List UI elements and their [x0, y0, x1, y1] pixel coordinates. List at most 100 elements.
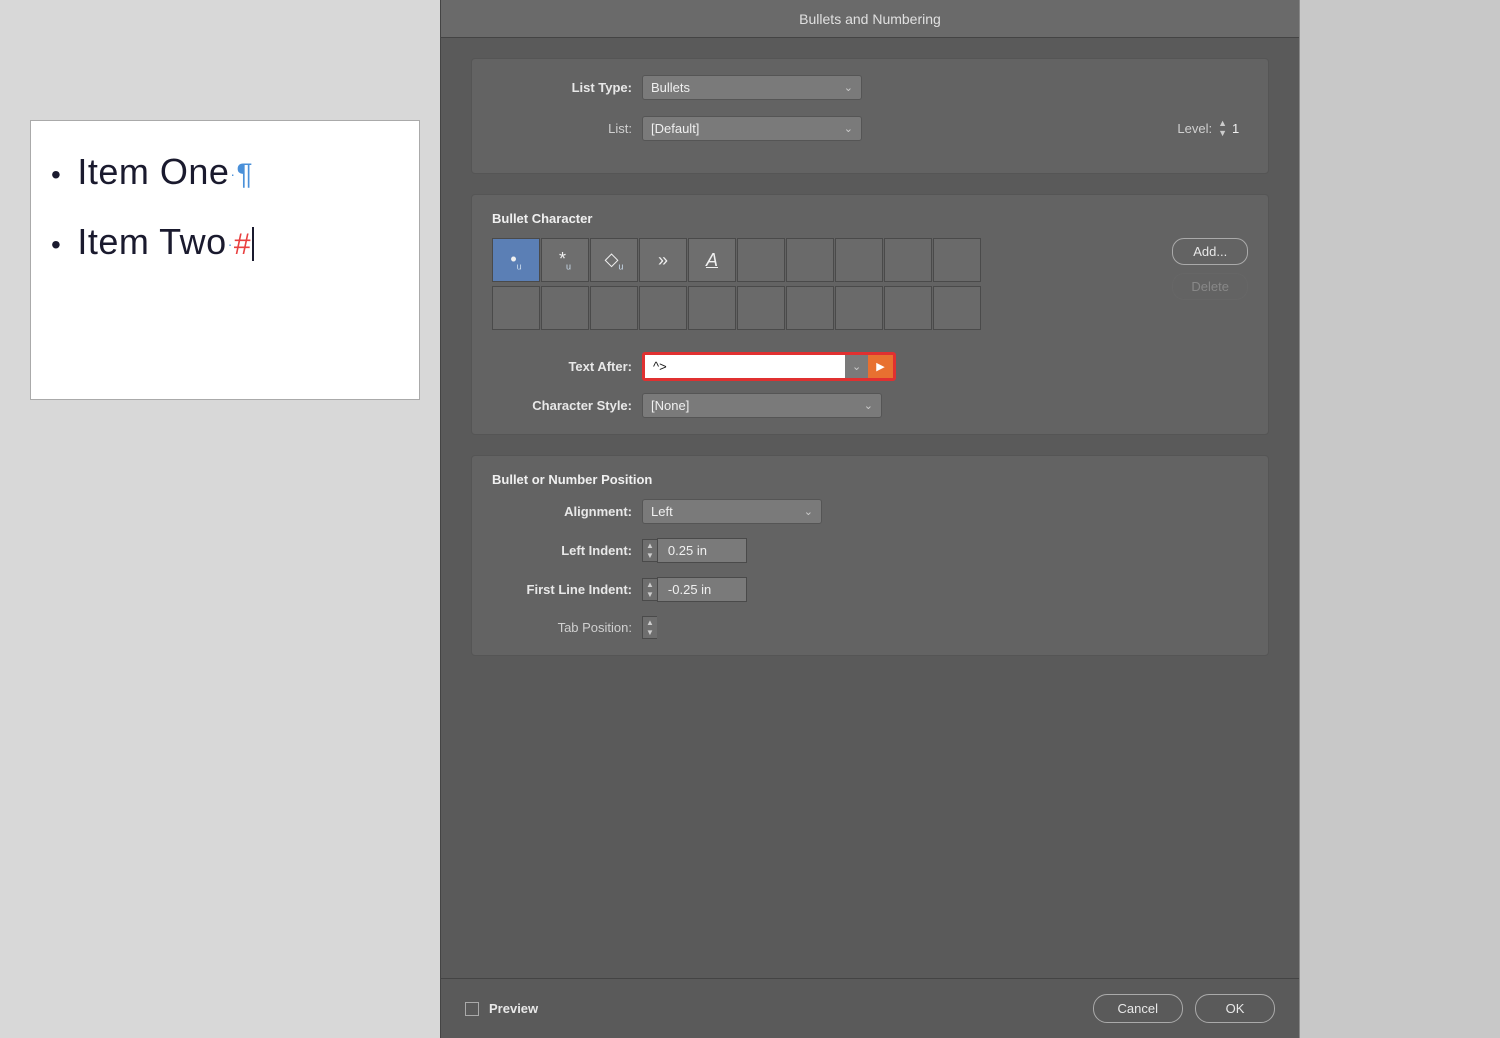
bullet-cell-empty-6[interactable]: [492, 286, 540, 330]
bullet-cell-diamond[interactable]: ◇u: [590, 238, 638, 282]
left-indent-spinner-btns[interactable]: ▲ ▼: [642, 539, 657, 562]
list-label: List:: [492, 121, 632, 136]
tab-position-spinner-btns[interactable]: ▲ ▼: [642, 616, 657, 639]
tab-position-spinner: ▲ ▼: [642, 616, 657, 639]
down-arrow-icon-4[interactable]: ▼: [646, 628, 654, 638]
list-type-row: List Type: Bullets ⌄: [492, 75, 1248, 100]
level-spinner[interactable]: ▲ ▼: [1218, 119, 1227, 139]
item-one-label: Item One: [77, 151, 229, 192]
left-indent-row: Left Indent: ▲ ▼ 0.25 in: [492, 538, 1248, 563]
level-value: 1: [1232, 121, 1248, 136]
first-line-indent-spinner-btns[interactable]: ▲ ▼: [642, 578, 657, 601]
left-indent-label: Left Indent:: [492, 543, 632, 558]
document-list: • Item One·¶ • Item Two·#: [51, 151, 389, 263]
alignment-value: Left: [651, 504, 673, 519]
down-arrow-icon-3[interactable]: ▼: [646, 590, 654, 600]
asterisk-char: *u: [559, 249, 571, 272]
chevron-down-icon-4: ⌄: [804, 505, 813, 518]
item-two-label: Item Two: [77, 221, 226, 262]
text-after-input[interactable]: [645, 355, 845, 378]
ok-button[interactable]: OK: [1195, 994, 1275, 1023]
document-area: • Item One·¶ • Item Two·#: [0, 0, 448, 1038]
bullet-cell-empty-1[interactable]: [737, 238, 785, 282]
bullet-character-title: Bullet Character: [492, 211, 1248, 226]
preview-group: Preview: [465, 1001, 538, 1016]
hash-symbol: #: [234, 228, 251, 261]
position-section: Bullet or Number Position Alignment: Lef…: [471, 455, 1269, 656]
text-after-label: Text After:: [492, 359, 632, 374]
dot-space-1: ·: [230, 166, 235, 182]
dialog-title: Bullets and Numbering: [799, 11, 941, 27]
bullet-cell-empty-2[interactable]: [786, 238, 834, 282]
bullet-symbol-2: •: [51, 229, 61, 261]
alignment-dropdown[interactable]: Left ⌄: [642, 499, 822, 524]
chevron-down-icon-3: ⌄: [864, 399, 873, 412]
bullet-cell-empty-3[interactable]: [835, 238, 883, 282]
bullets-numbering-dialog: Bullets and Numbering List Type: Bullets…: [440, 0, 1300, 1038]
bullet-cell-empty-7[interactable]: [541, 286, 589, 330]
guillemet-char: »: [658, 250, 668, 271]
list-dropdown[interactable]: [Default] ⌄: [642, 116, 862, 141]
text-after-dropdown-btn[interactable]: ⌄: [845, 355, 868, 378]
top-section: List Type: Bullets ⌄ List: [Default] ⌄: [471, 58, 1269, 174]
list-type-dropdown[interactable]: Bullets ⌄: [642, 75, 862, 100]
level-label: Level:: [1177, 121, 1212, 136]
bullet-cell-empty-4[interactable]: [884, 238, 932, 282]
up-arrow-icon-3[interactable]: ▲: [646, 580, 654, 590]
bullet-cell-empty-5[interactable]: [933, 238, 981, 282]
bullet-cell-empty-9[interactable]: [639, 286, 687, 330]
pilcrow-symbol: ¶: [237, 158, 254, 191]
bullet-symbol: •: [51, 159, 61, 191]
bullet-char-area: •u *u ◇u » A: [492, 238, 1248, 334]
up-arrow-icon-4[interactable]: ▲: [646, 618, 654, 628]
text-after-row: Text After: ⌄ ▶: [492, 352, 1248, 381]
preview-checkbox[interactable]: [465, 1002, 479, 1016]
list-group: List: [Default] ⌄: [492, 116, 862, 141]
add-button[interactable]: Add...: [1172, 238, 1248, 265]
delete-button[interactable]: Delete: [1172, 273, 1248, 300]
list-item: • Item One·¶: [51, 151, 389, 193]
cancel-button[interactable]: Cancel: [1093, 994, 1183, 1023]
alignment-row: Alignment: Left ⌄: [492, 499, 1248, 524]
tab-position-row: Tab Position: ▲ ▼: [492, 616, 1248, 639]
bullet-cell-asterisk[interactable]: *u: [541, 238, 589, 282]
bullet-cell-empty-8[interactable]: [590, 286, 638, 330]
left-indent-value[interactable]: 0.25 in: [657, 538, 747, 563]
bullet-row-1: •u *u ◇u » A: [492, 238, 1156, 282]
tab-position-label: Tab Position:: [492, 620, 632, 635]
bullet-cell-empty-12[interactable]: [786, 286, 834, 330]
list-value: [Default]: [651, 121, 699, 136]
bullet-cell-guillemet[interactable]: »: [639, 238, 687, 282]
list-type-group: List Type: Bullets ⌄: [492, 75, 862, 100]
a-char: A: [706, 250, 718, 271]
character-style-value: [None]: [651, 398, 689, 413]
dialog-titlebar: Bullets and Numbering: [441, 0, 1299, 38]
down-arrow-icon[interactable]: ▼: [1218, 129, 1227, 139]
bullet-cell-empty-14[interactable]: [884, 286, 932, 330]
bullet-cell-bullet[interactable]: •u: [492, 238, 540, 282]
bullet-cell-empty-13[interactable]: [835, 286, 883, 330]
bullet-cell-empty-10[interactable]: [688, 286, 736, 330]
bullet-cell-empty-15[interactable]: [933, 286, 981, 330]
dot-space-2: ·: [228, 236, 233, 252]
list-type-value: Bullets: [651, 80, 690, 95]
item-one-text: Item One·¶: [77, 151, 253, 193]
bullet-grid: •u *u ◇u » A: [492, 238, 1156, 334]
character-style-dropdown[interactable]: [None] ⌄: [642, 393, 882, 418]
item-two-text: Item Two·#: [77, 221, 254, 263]
left-indent-spinner: ▲ ▼ 0.25 in: [642, 538, 747, 563]
first-line-indent-spinner: ▲ ▼ -0.25 in: [642, 577, 747, 602]
document-page: • Item One·¶ • Item Two·#: [30, 120, 420, 400]
list-level-row: List: [Default] ⌄ Level: ▲ ▼ 1: [492, 116, 1248, 141]
chevron-down-icon: ⌄: [844, 81, 853, 94]
bullet-cell-A[interactable]: A: [688, 238, 736, 282]
first-line-indent-value[interactable]: -0.25 in: [657, 577, 747, 602]
text-after-play-btn[interactable]: ▶: [868, 355, 892, 378]
bullet-character-section: Bullet Character •u *u ◇u: [471, 194, 1269, 435]
up-arrow-icon-2[interactable]: ▲: [646, 541, 654, 551]
down-arrow-icon-2[interactable]: ▼: [646, 551, 654, 561]
bullet-cell-empty-11[interactable]: [737, 286, 785, 330]
alignment-label: Alignment:: [492, 504, 632, 519]
character-style-label: Character Style:: [492, 398, 632, 413]
list-type-label: List Type:: [492, 80, 632, 95]
